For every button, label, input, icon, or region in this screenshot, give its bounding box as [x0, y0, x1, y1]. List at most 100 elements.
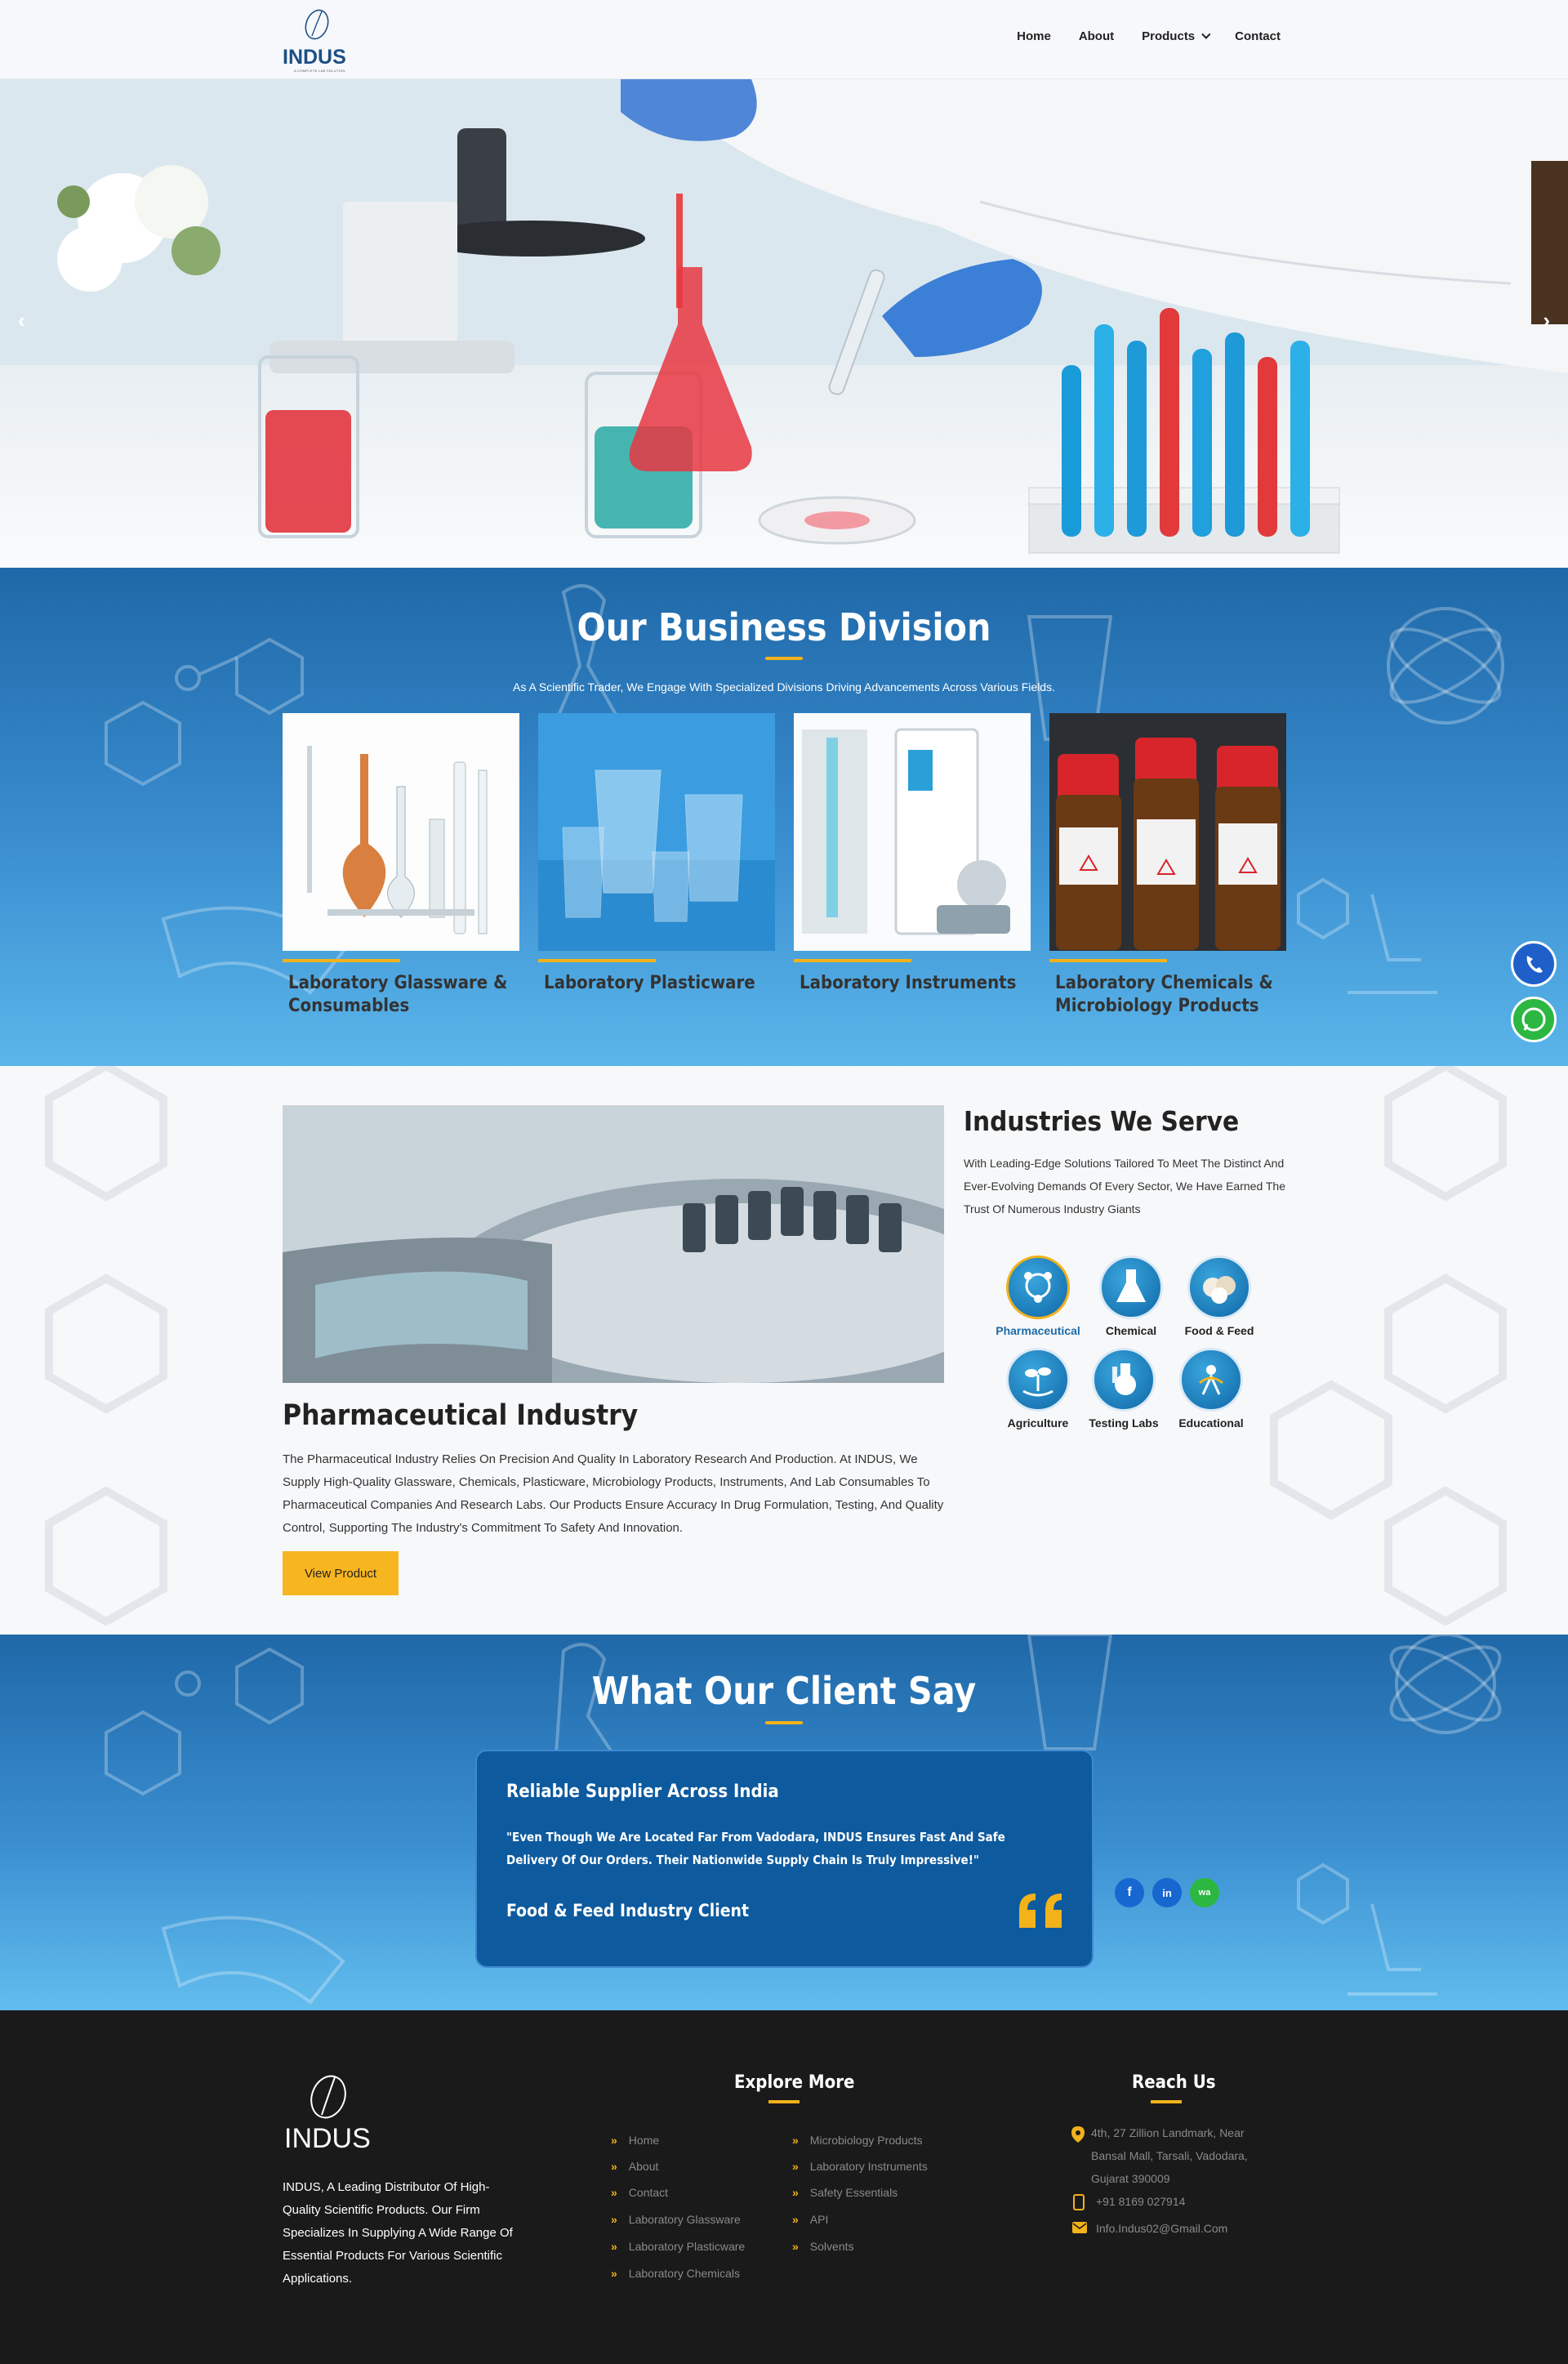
- location-pin-icon: [1071, 2126, 1085, 2143]
- footer-link[interactable]: » Contact: [611, 2186, 668, 2199]
- testimonial-heading: Reliable Supplier Across India: [506, 1782, 779, 1802]
- division-label: Laboratory Plasticware: [544, 973, 755, 993]
- quote-mark-icon: [1019, 1893, 1062, 1928]
- educational-icon: [1179, 1348, 1243, 1412]
- card-accent-bar: [1049, 959, 1167, 962]
- industries-section: Pharmaceutical Industry The Pharmaceutic…: [0, 1066, 1568, 1635]
- industries-title: Industries We Serve: [964, 1105, 1240, 1137]
- chevron-right-icon: »: [792, 2240, 799, 2253]
- reach-title: Reach Us: [1132, 2072, 1216, 2093]
- footer-email[interactable]: Info.Indus02@Gmail.Com: [1096, 2217, 1227, 2240]
- industry-label: Educational: [1178, 1416, 1244, 1430]
- industry-educational[interactable]: Educational: [1166, 1348, 1256, 1430]
- footer-link[interactable]: » Home: [611, 2134, 659, 2147]
- whatsapp-icon: [1521, 1007, 1546, 1032]
- division-card-glassware[interactable]: Laboratory Glassware & Consumables: [283, 713, 519, 1018]
- nav-about[interactable]: About: [1079, 29, 1114, 43]
- testimonials-section: What Our Client Say Reliable Supplier Ac…: [0, 1635, 1568, 2010]
- footer-about: INDUS, A Leading Distributor Of High-Qua…: [283, 2180, 513, 2286]
- glassware-image: [283, 713, 519, 951]
- hero-prev-arrow[interactable]: ‹: [18, 308, 25, 333]
- footer-address: 4th, 27 Zillion Landmark, Near Bansal Ma…: [1091, 2126, 1248, 2185]
- chevron-right-icon: »: [611, 2160, 617, 2173]
- card-accent-bar: [794, 959, 911, 962]
- footer-link[interactable]: » Laboratory Glassware: [611, 2213, 741, 2226]
- footer-link[interactable]: » Safety Essentials: [792, 2186, 898, 2199]
- nav-contact[interactable]: Contact: [1235, 29, 1281, 43]
- division-label: Laboratory Glassware & Consumables: [288, 973, 508, 1016]
- footer-logo-mark-icon: [310, 2075, 346, 2119]
- division-card-instruments[interactable]: Laboratory Instruments: [794, 713, 1031, 995]
- industry-label: Testing Labs: [1089, 1416, 1159, 1430]
- business-title: Our Business Division: [577, 605, 991, 649]
- footer-link[interactable]: » Laboratory Chemicals: [611, 2267, 740, 2280]
- testimonial-quote: "Even Though We Are Located Far From Vad…: [506, 1830, 1005, 1867]
- footer-link[interactable]: » API: [792, 2213, 828, 2226]
- logo[interactable]: INDUS A COMPLETE LAB SOLUTION: [283, 7, 350, 73]
- card-accent-bar: [283, 959, 400, 962]
- industry-testing-labs[interactable]: Testing Labs: [1079, 1348, 1169, 1430]
- footer-link[interactable]: » Laboratory Instruments: [792, 2160, 928, 2173]
- chevron-right-icon: »: [792, 2186, 799, 2199]
- footer-logo-text: INDUS: [284, 2123, 371, 2154]
- chevron-right-icon: »: [611, 2240, 617, 2253]
- industry-label: Chemical: [1105, 1324, 1157, 1337]
- chemical-flask-icon: [1099, 1256, 1163, 1319]
- hero-lab-image: [0, 79, 1568, 568]
- site-footer: INDUS INDUS, A Leading Distributor Of Hi…: [0, 2010, 1568, 2364]
- logo-mark-icon: [305, 9, 329, 40]
- division-card-chemicals[interactable]: Laboratory Chemicals & Microbiology Prod…: [1049, 713, 1286, 1018]
- whatsapp-float-button[interactable]: [1511, 997, 1557, 1042]
- industries-description: With Leading-Edge Solutions Tailored To …: [964, 1157, 1285, 1215]
- whatsapp-social-icon[interactable]: wa: [1190, 1878, 1219, 1907]
- pharmaceutical-industry-image: [283, 1105, 944, 1383]
- nav-home[interactable]: Home: [1017, 29, 1051, 43]
- division-label: Laboratory Chemicals & Microbiology Prod…: [1055, 973, 1273, 1016]
- instruments-image: [794, 713, 1031, 951]
- industry-label: Pharmaceutical: [996, 1324, 1080, 1337]
- footer-logo[interactable]: INDUS: [283, 2071, 381, 2161]
- logo-text: INDUS: [283, 46, 346, 69]
- footer-link[interactable]: » Microbiology Products: [792, 2134, 923, 2147]
- envelope-icon: [1072, 2222, 1087, 2233]
- mobile-phone-icon: [1073, 2194, 1085, 2210]
- footer-phone[interactable]: +91 8169 027914: [1096, 2190, 1185, 2213]
- industry-food-feed[interactable]: Food & Feed: [1174, 1256, 1264, 1337]
- facebook-icon[interactable]: f: [1115, 1878, 1144, 1907]
- industry-pharmaceutical[interactable]: Pharmaceutical: [993, 1256, 1083, 1337]
- testing-labs-icon: [1092, 1348, 1156, 1412]
- reach-underline: [1151, 2100, 1182, 2103]
- testimonials-title: What Our Client Say: [591, 1669, 977, 1713]
- business-division-section: Our Business Division As A Scientific Tr…: [0, 568, 1568, 1066]
- footer-link[interactable]: » About: [611, 2160, 658, 2173]
- business-subtitle: As A Scientific Trader, We Engage With S…: [512, 680, 1055, 694]
- industry-label: Agriculture: [1007, 1416, 1069, 1430]
- view-product-button[interactable]: View Product: [283, 1551, 399, 1595]
- testimonial-card: Reliable Supplier Across India "Even Tho…: [475, 1750, 1094, 1968]
- footer-link[interactable]: » Laboratory Plasticware: [611, 2240, 745, 2253]
- industry-label: Food & Feed: [1184, 1324, 1254, 1337]
- call-float-button[interactable]: [1511, 941, 1557, 987]
- footer-link[interactable]: » Solvents: [792, 2240, 854, 2253]
- chevron-right-icon: »: [611, 2134, 617, 2147]
- chemicals-image: [1049, 713, 1286, 951]
- chevron-right-icon: »: [792, 2160, 799, 2173]
- phone-icon: [1526, 956, 1543, 973]
- linkedin-icon[interactable]: in: [1152, 1878, 1182, 1907]
- logo-tagline: A COMPLETE LAB SOLUTION: [294, 69, 345, 73]
- chevron-right-icon: »: [792, 2213, 799, 2226]
- hero-slider: ‹ ›: [0, 79, 1568, 568]
- industry-detail-text: The Pharmaceutical Industry Relies On Pr…: [283, 1452, 944, 1535]
- hero-next-arrow[interactable]: ›: [1543, 308, 1550, 333]
- industry-chemical[interactable]: Chemical: [1086, 1256, 1176, 1337]
- testimonial-author: Food & Feed Industry Client: [506, 1901, 750, 1920]
- pharmaceutical-icon: [1006, 1256, 1070, 1319]
- industry-agriculture[interactable]: Agriculture: [993, 1348, 1083, 1430]
- chevron-right-icon: »: [611, 2267, 617, 2280]
- division-label: Laboratory Instruments: [800, 973, 1017, 993]
- chevron-right-icon: »: [792, 2134, 799, 2147]
- main-nav: Home About Products Contact: [1017, 29, 1281, 43]
- business-title-underline: [765, 657, 803, 660]
- division-card-plasticware[interactable]: Laboratory Plasticware: [538, 713, 775, 995]
- nav-products[interactable]: Products: [1142, 29, 1207, 43]
